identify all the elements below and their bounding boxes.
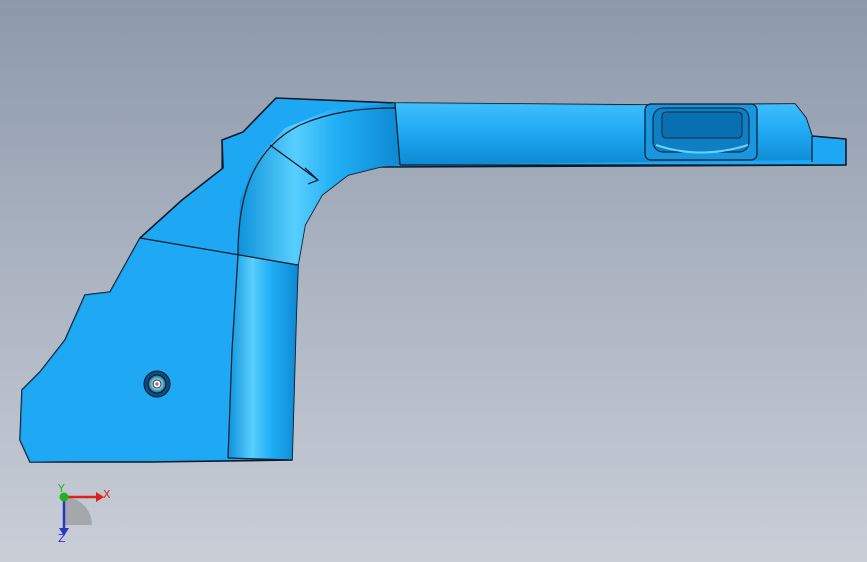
triad-plane-shading — [64, 497, 92, 525]
model-canvas[interactable]: X Y Z — [0, 0, 867, 562]
x-axis-label: X — [103, 488, 111, 501]
z-axis-label: Z — [58, 532, 66, 545]
vertical-tube — [228, 255, 298, 460]
screw-fastener[interactable] — [143, 370, 171, 398]
axis-triad: X Y Z — [57, 482, 111, 545]
cad-viewport[interactable]: X Y Z — [0, 0, 867, 562]
recessed-pocket — [644, 103, 758, 161]
lower-plate-surface — [20, 238, 238, 462]
y-axis-label: Y — [57, 482, 65, 495]
